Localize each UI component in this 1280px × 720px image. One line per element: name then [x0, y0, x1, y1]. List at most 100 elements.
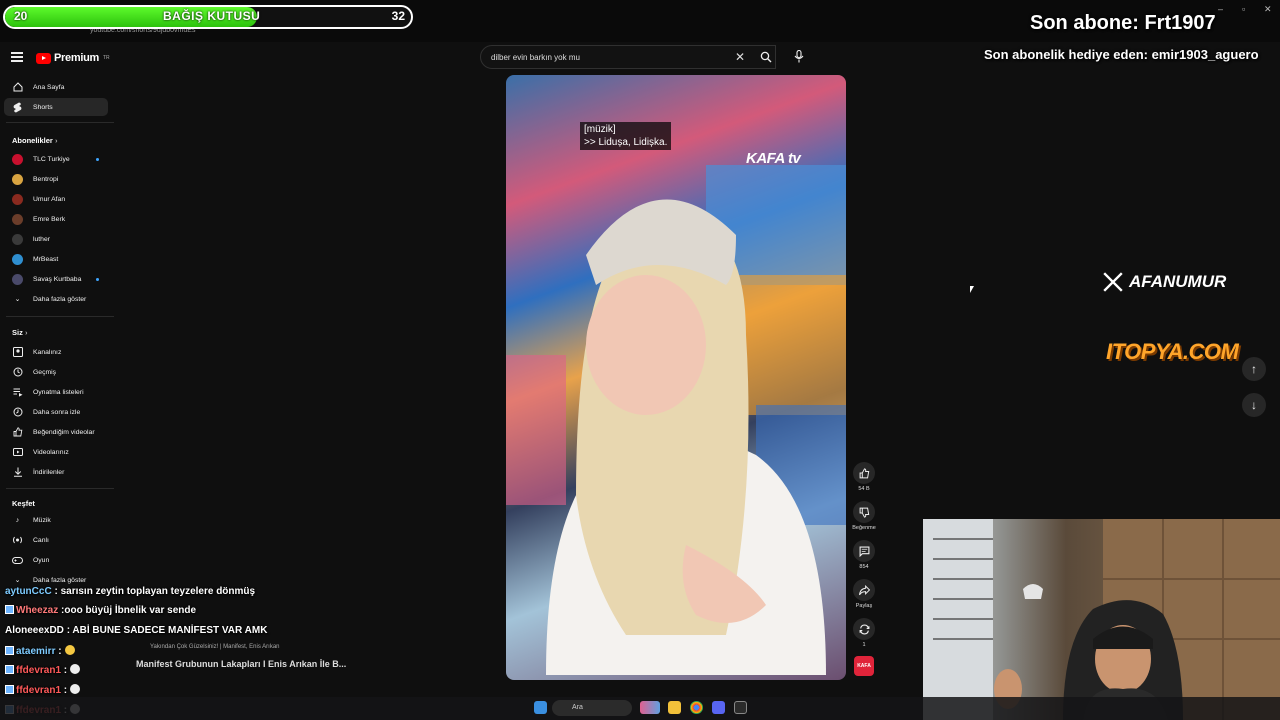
close-icon[interactable]: ✕ [1264, 4, 1272, 15]
sidebar-item-subscription[interactable]: TLC Turkiye [4, 150, 108, 168]
windows-start-icon[interactable] [534, 701, 547, 714]
file-explorer-icon[interactable] [668, 701, 681, 714]
search-input[interactable]: dilber evin barkın yok mu [480, 45, 776, 69]
clear-search-icon[interactable]: ✕ [735, 50, 745, 64]
music-icon: ♪ [15, 516, 20, 524]
sidebar-item-label: TLC Turkiye [33, 155, 70, 163]
skull-emoji-icon [70, 684, 81, 694]
chat-text: :ooo büyüj İbnelik var sende [61, 605, 197, 616]
sidebar-item-subscription[interactable]: MrBeast [4, 250, 108, 268]
hamburger-menu-icon[interactable] [11, 52, 23, 62]
sidebar-item-gaming[interactable]: Oyun [4, 551, 108, 569]
sidebar-item-label: Beğendiğim videolar [33, 428, 95, 436]
microphone-icon [794, 49, 804, 62]
sidebar-item-label: Geçmiş [33, 368, 57, 376]
channel-avatar-button[interactable]: KAFA [854, 656, 874, 676]
minimize-icon[interactable]: – [1218, 4, 1223, 14]
search-icon [760, 51, 772, 63]
donation-goal-bar: 20 BAĞIŞ KUTUSU 32 [3, 5, 413, 29]
suggestion-title[interactable]: Manifest Grubunun Lakapları I Enis Arıka… [136, 659, 346, 669]
chrome-icon[interactable] [690, 701, 703, 714]
home-icon [12, 82, 23, 93]
sidebar-item-history[interactable]: Geçmiş [4, 363, 108, 381]
sidebar-item-watch-later[interactable]: Daha sonra izle [4, 403, 108, 421]
caption-line: [müzik] [584, 124, 616, 135]
comment-count: 854 [859, 564, 869, 570]
avatar [12, 273, 23, 285]
dislike-label: Beğenme [852, 525, 876, 531]
sidebar-item-downloads[interactable]: İndirilenler [4, 463, 108, 481]
voice-search-button[interactable] [790, 47, 808, 65]
sidebar-item-liked-videos[interactable]: Beğendiğim videolar [4, 423, 108, 441]
sidebar-item-subscription[interactable]: Emre Berk [4, 210, 108, 228]
subscriber-badge-icon [5, 646, 14, 655]
discord-icon[interactable] [712, 701, 725, 714]
previous-short-button[interactable]: ↑ [1242, 357, 1266, 381]
show-more-button[interactable]: ⌄ Daha fazla göster [4, 290, 108, 308]
chat-username: Wheezaz [16, 605, 59, 616]
sidebar-item-home[interactable]: Ana Sayfa [4, 78, 108, 96]
remix-icon [859, 624, 869, 634]
x-handle-text: AFANUMUR [1129, 272, 1227, 291]
maximize-icon[interactable]: ▫ [1242, 4, 1245, 14]
divider [6, 122, 114, 123]
sidebar-item-subscription[interactable]: Savaş Kurtbaba [4, 270, 108, 288]
sidebar-item-shorts[interactable]: Shorts [4, 98, 108, 116]
divider [6, 316, 114, 317]
avatar [12, 193, 23, 205]
widgets-icon[interactable] [640, 701, 660, 714]
subscriber-badge-icon [5, 665, 14, 674]
playlist-icon [12, 387, 23, 398]
divider [6, 488, 114, 489]
thumbs-up-icon [859, 467, 869, 478]
sidebar-item-your-videos[interactable]: Videolarınız [4, 443, 108, 461]
search-button[interactable] [752, 45, 780, 69]
taskbar-search-input[interactable]: Ara [552, 700, 632, 716]
sidebar-item-music[interactable]: ♪ Müzik [4, 511, 108, 529]
comments-button[interactable]: 854 [852, 540, 876, 570]
sidebar-item-label: Videolarınız [33, 448, 69, 456]
chevron-down-icon: ⌄ [14, 296, 21, 303]
live-dot [96, 277, 99, 281]
sidebar-item-label: Shorts [33, 103, 53, 111]
share-label: Paylaş [855, 603, 873, 609]
avatar [12, 173, 23, 185]
sidebar-item-subscription[interactable]: Umur Afan [4, 190, 108, 208]
sidebar-item-live[interactable]: Canlı [4, 531, 108, 549]
subscriber-badge-icon [5, 605, 14, 614]
chat-text: : [63, 685, 68, 696]
you-heading[interactable]: Siz › [12, 328, 27, 337]
sidebar-item-subscription[interactable]: Bentropi [4, 170, 108, 188]
app-icon[interactable] [734, 701, 747, 714]
sidebar-item-your-channel[interactable]: Kanalınız [4, 343, 108, 361]
sidebar-item-label: İndirilenler [33, 468, 65, 476]
logo-text: Premium [54, 52, 99, 64]
remix-button[interactable]: 1 [852, 618, 876, 648]
dislike-button[interactable]: Beğenme [852, 501, 876, 531]
comment-icon [859, 546, 869, 557]
sidebar-item-label: MrBeast [33, 255, 59, 263]
sidebar-item-subscription[interactable]: luther [4, 230, 108, 248]
like-icon [12, 427, 23, 438]
history-icon [12, 367, 23, 378]
subscriptions-heading[interactable]: Abonelikler › [12, 136, 57, 145]
sidebar-item-playlists[interactable]: Oynatma listeleri [4, 383, 108, 401]
youtube-logo[interactable]: Premium TR [36, 51, 110, 65]
download-icon [12, 467, 23, 478]
share-button[interactable]: Paylaş [852, 579, 876, 609]
sidebar-item-label: Emre Berk [33, 215, 66, 223]
share-icon [858, 584, 870, 595]
subscriptions-title: Abonelikler [12, 136, 53, 145]
streamer-webcam [923, 519, 1280, 720]
sidebar-item-label: Kanalınız [33, 348, 62, 356]
chat-message: Wheezaz :ooo büyüj İbnelik var sende [5, 605, 196, 616]
closed-captions: [müzik] >> Lidușa, Lidișka. [580, 122, 672, 150]
sidebar-item-label: Müzik [33, 516, 51, 524]
mouse-cursor-icon [970, 286, 974, 293]
donation-goal: 32 [391, 9, 405, 23]
arrow-up-icon: ↑ [1251, 362, 1257, 376]
shorts-video-player[interactable]: [müzik] >> Lidușa, Lidișka. KAFA tv [506, 75, 846, 680]
like-button[interactable]: 54 B [852, 462, 876, 492]
next-short-button[interactable]: ↓ [1242, 393, 1266, 417]
sidebar: Ana Sayfa Shorts Abonelikler › TLC Turki… [0, 72, 115, 592]
